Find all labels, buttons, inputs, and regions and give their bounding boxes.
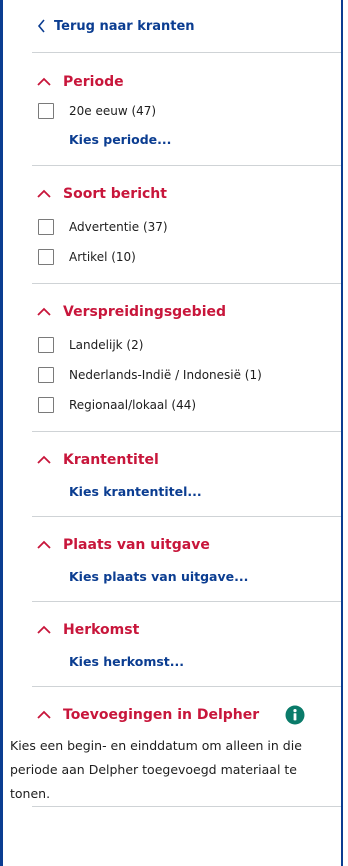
section-krantentitel: Krantentitel Kies krantentitel... — [3, 432, 341, 505]
choose-newspaper-title-link[interactable]: Kies krantentitel... — [3, 477, 341, 505]
chevron-up-icon — [37, 540, 51, 549]
choose-place-of-publication-link[interactable]: Kies plaats van uitgave... — [3, 562, 341, 590]
chevron-up-icon — [37, 710, 51, 719]
section-title: Periode — [63, 74, 124, 90]
section-periode: Periode 20e eeuw (47) Kies periode... — [3, 53, 341, 153]
section-header-verspreidingsgebied[interactable]: Verspreidingsgebied — [3, 297, 341, 327]
choose-origin-link[interactable]: Kies herkomst... — [3, 647, 341, 675]
section-header-krantentitel[interactable]: Krantentitel — [3, 445, 341, 475]
section-header-soort-bericht[interactable]: Soort bericht — [3, 179, 341, 209]
filter-panel: Terug naar kranten Periode 20e eeuw (47)… — [0, 0, 343, 866]
section-title: Plaats van uitgave — [63, 537, 210, 553]
checkbox[interactable] — [38, 337, 54, 353]
section-header-herkomst[interactable]: Herkomst — [3, 615, 341, 645]
section-toevoegingen: Toevoegingen in Delpher Kies een begin- … — [3, 687, 341, 806]
filter-option[interactable]: Nederlands-Indië / Indonesië (1) — [3, 361, 341, 389]
section-title: Toevoegingen in Delpher — [63, 707, 260, 723]
chevron-up-icon — [37, 307, 51, 316]
filter-option[interactable]: Landelijk (2) — [3, 331, 341, 359]
back-link-label: Terug naar kranten — [54, 18, 195, 34]
filter-option-label: 20e eeuw (47) — [69, 104, 157, 118]
section-description: Kies een begin- en einddatum om alleen i… — [10, 738, 302, 801]
chevron-up-icon — [37, 625, 51, 634]
section-title: Verspreidingsgebied — [63, 304, 227, 320]
section-title: Herkomst — [63, 622, 140, 638]
section-title: Krantentitel — [63, 452, 159, 468]
chevron-left-icon — [37, 19, 45, 33]
section-verspreidingsgebied: Verspreidingsgebied Landelijk (2) Nederl… — [3, 284, 341, 419]
filter-option-label: Advertentie (37) — [69, 220, 168, 234]
section-title: Soort bericht — [63, 186, 167, 202]
section-header-plaats-van-uitgave[interactable]: Plaats van uitgave — [3, 530, 341, 560]
section-soort-bericht: Soort bericht Advertentie (37) Artikel (… — [3, 166, 341, 271]
checkbox[interactable] — [38, 367, 54, 383]
section-plaats-van-uitgave: Plaats van uitgave Kies plaats van uitga… — [3, 517, 341, 590]
section-header-periode[interactable]: Periode — [3, 67, 341, 97]
checkbox[interactable] — [38, 249, 54, 265]
checkbox[interactable] — [38, 103, 54, 119]
filter-option[interactable]: 20e eeuw (47) — [3, 97, 341, 125]
info-icon[interactable] — [285, 705, 305, 725]
filter-option-label: Artikel (10) — [69, 250, 136, 264]
chevron-up-icon — [37, 455, 51, 464]
checkbox[interactable] — [38, 397, 54, 413]
section-herkomst: Herkomst Kies herkomst... — [3, 602, 341, 675]
back-to-newspapers-link[interactable]: Terug naar kranten — [3, 0, 341, 40]
filter-option-label: Regionaal/lokaal (44) — [69, 398, 197, 412]
filter-option-label: Landelijk (2) — [69, 338, 144, 352]
chevron-up-icon — [37, 77, 51, 86]
section-header-toevoegingen[interactable]: Toevoegingen in Delpher — [3, 700, 341, 730]
divider — [32, 806, 341, 807]
chevron-up-icon — [37, 189, 51, 198]
filter-option[interactable]: Advertentie (37) — [3, 213, 341, 241]
filter-option[interactable]: Artikel (10) — [3, 243, 341, 271]
filter-option[interactable]: Regionaal/lokaal (44) — [3, 391, 341, 419]
choose-period-link[interactable]: Kies periode... — [3, 125, 341, 153]
filter-option-label: Nederlands-Indië / Indonesië (1) — [69, 368, 262, 382]
checkbox[interactable] — [38, 219, 54, 235]
